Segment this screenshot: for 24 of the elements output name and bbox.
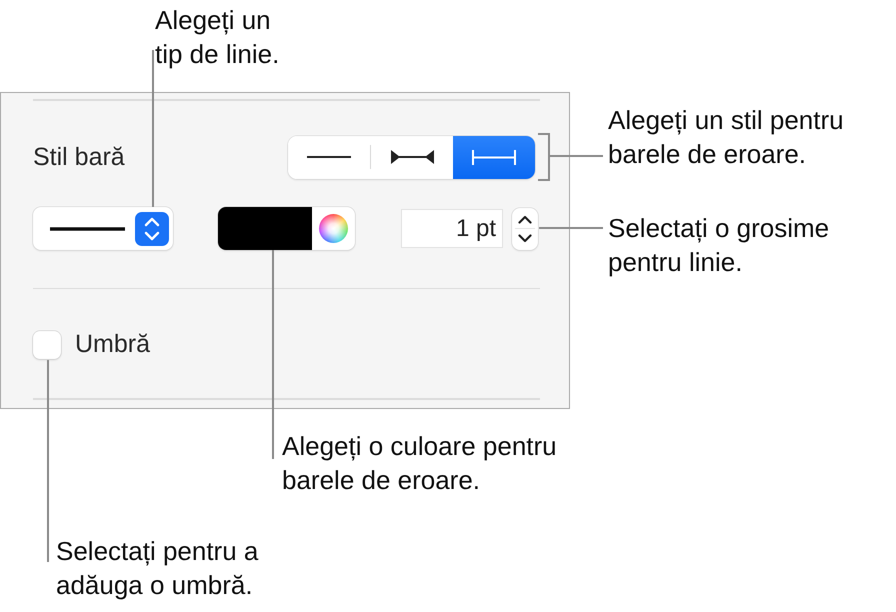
color-swatch-icon <box>218 207 312 250</box>
inward-arrows-icon <box>390 150 434 164</box>
stepper[interactable] <box>512 208 538 250</box>
chevron-up-icon <box>518 214 532 224</box>
line-style-popup[interactable] <box>33 207 173 250</box>
capped-line-icon <box>472 150 516 164</box>
bracket-leader-line <box>537 133 604 181</box>
callout-text: Alegeți un stil pentru barele de eroare. <box>608 104 844 171</box>
callout-text: Alegeți un tip de linie. <box>155 4 280 71</box>
callout-text: Selectați pentru a adăuga o umbră. <box>56 535 258 602</box>
bar-style-label: Stil bară <box>33 142 125 172</box>
callout-text: Selectați o grosime pentru linie. <box>608 212 830 279</box>
leader-line <box>539 227 603 229</box>
callout-text: Alegeți o culoare pentru barele de eroare. <box>282 430 557 497</box>
bar-style-segment[interactable] <box>371 136 453 178</box>
checkbox[interactable] <box>33 330 61 358</box>
up-down-arrows-icon <box>135 212 169 246</box>
color-wheel-icon <box>319 214 348 243</box>
shadow-label: Umbră <box>75 330 150 359</box>
color-well[interactable] <box>218 207 355 250</box>
thickness-field[interactable]: 1 pt <box>401 209 503 248</box>
bar-style-segment[interactable] <box>288 136 370 178</box>
chevron-down-icon <box>518 234 532 242</box>
line-icon <box>307 155 351 159</box>
